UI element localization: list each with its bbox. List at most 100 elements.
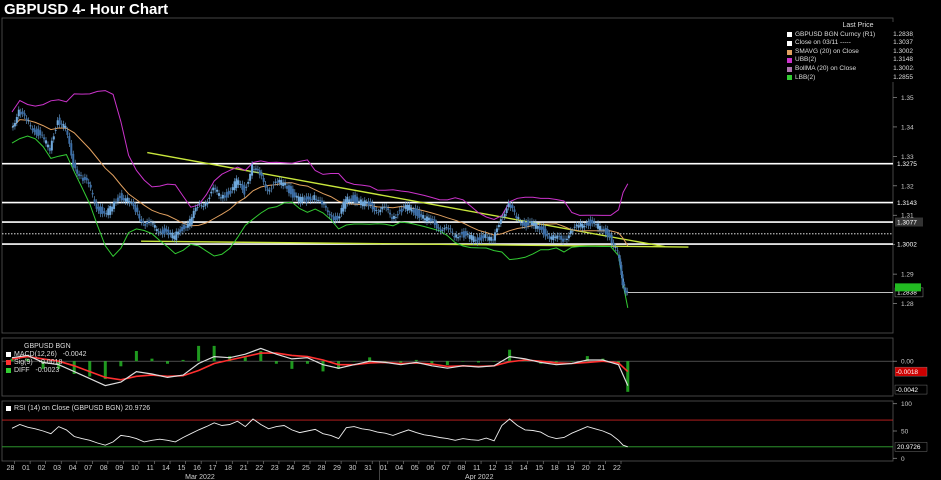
candle-body (600, 228, 603, 231)
candle-body (554, 236, 557, 239)
candle-body (408, 204, 411, 210)
candle-body (375, 210, 378, 212)
candle-body (266, 188, 269, 192)
level-label: 1.3143 (897, 200, 917, 207)
candle-body (453, 236, 456, 238)
candle-body (361, 201, 364, 207)
candle-body (427, 217, 430, 221)
x-axis-tick-label: 28 (7, 465, 15, 472)
candle-body (39, 130, 42, 136)
macd-legend-item: MACD(12,26) -0.0042 (6, 351, 87, 358)
candle-body (130, 202, 133, 203)
x-axis-tick-label: 17 (209, 465, 217, 472)
candle-body (492, 239, 495, 241)
candle-body (398, 209, 401, 212)
candle-body (161, 229, 164, 235)
candle-body (68, 135, 71, 144)
candle-body (513, 209, 516, 212)
candle-body (305, 196, 308, 203)
candle-body (523, 221, 526, 226)
candle-body (521, 222, 524, 226)
legend-item-name: LBB(2) (795, 73, 816, 81)
candle-body (620, 264, 623, 276)
candle-body (540, 226, 543, 230)
legend-item: SMAVG (20) on Close 1.3002 (787, 48, 913, 57)
macd-legend-swatch (6, 359, 11, 365)
x-axis-tick-label: 20 (582, 465, 590, 472)
x-axis-tick-label: 08 (458, 465, 466, 472)
candle-body (604, 227, 607, 235)
macd-diff-bar (212, 345, 216, 362)
macd-value-label: -0.0042 (896, 387, 918, 394)
rsi-axis-tick-label: 0 (901, 456, 905, 463)
candle-body (402, 207, 405, 209)
level-label: 1.3275 (897, 161, 917, 168)
candle-body (262, 177, 265, 182)
candle-body (470, 235, 473, 241)
candle-body (567, 235, 570, 239)
candle-body (400, 208, 403, 213)
candle-body (289, 186, 292, 195)
x-axis-tick-label: 05 (411, 465, 419, 472)
candle-body (593, 221, 596, 224)
candle-body (552, 235, 555, 241)
candle-body (171, 232, 174, 239)
candle-body (598, 225, 601, 231)
candle-body (179, 229, 182, 233)
candle-body (338, 216, 341, 219)
x-axis-tick-label: 04 (69, 465, 77, 472)
candle-body (332, 216, 335, 221)
candle-body (114, 201, 117, 203)
candle-body (418, 209, 421, 218)
candle-body (385, 206, 388, 209)
candle-body (602, 229, 605, 231)
candle-body (435, 222, 438, 229)
legend-item-value: 1.2838 (893, 30, 913, 38)
x-axis-tick-label: 04 (395, 465, 403, 472)
candle-body (295, 195, 298, 198)
legend-swatch (787, 40, 792, 46)
candle-body (433, 219, 436, 225)
x-axis-tick-label: 22 (255, 465, 263, 472)
candle-body (101, 207, 104, 215)
rsi-line (11, 418, 628, 448)
candle-body (525, 222, 528, 228)
candle-body (91, 192, 94, 195)
candle-body (457, 237, 460, 239)
candle-body (309, 196, 312, 201)
candle-body (414, 207, 417, 216)
legend-swatch (787, 58, 792, 64)
macd-diff-bar (181, 359, 185, 362)
candle-body (78, 173, 81, 177)
x-axis-tick-label: 12 (489, 465, 497, 472)
candle-body (282, 182, 285, 187)
x-axis-tick-label: 06 (426, 465, 434, 472)
x-axis-tick-label: 14 (162, 465, 170, 472)
candle-body (50, 140, 53, 151)
candle-body (474, 239, 477, 241)
x-axis-tick-label: 18 (224, 465, 232, 472)
candle-body (210, 191, 213, 194)
candle-body (218, 193, 221, 196)
candle-body (573, 226, 576, 228)
macd-legend-swatch (6, 367, 11, 373)
candle-body (144, 224, 147, 226)
candle-body (581, 224, 584, 229)
candle-body (527, 220, 530, 226)
candle-body (606, 229, 609, 238)
legend-item-name: SMAVG (20) on Close (795, 47, 859, 55)
x-axis-tick-label: 03 (53, 465, 61, 472)
macd-panel-label: GBPUSD BGN (24, 343, 71, 350)
candle-body (251, 164, 254, 176)
candle-body (614, 246, 617, 249)
candle-body (480, 234, 483, 241)
x-axis-tick-label: 01 (22, 465, 30, 472)
candle-body (330, 215, 333, 217)
candle-body (155, 229, 158, 232)
candle-body (623, 287, 626, 291)
macd-legend-swatch (6, 351, 11, 357)
candle-body (85, 177, 88, 181)
x-axis-tick-label: 23 (271, 465, 279, 472)
candle-body (276, 181, 279, 183)
macd-diff-bar (321, 361, 325, 372)
